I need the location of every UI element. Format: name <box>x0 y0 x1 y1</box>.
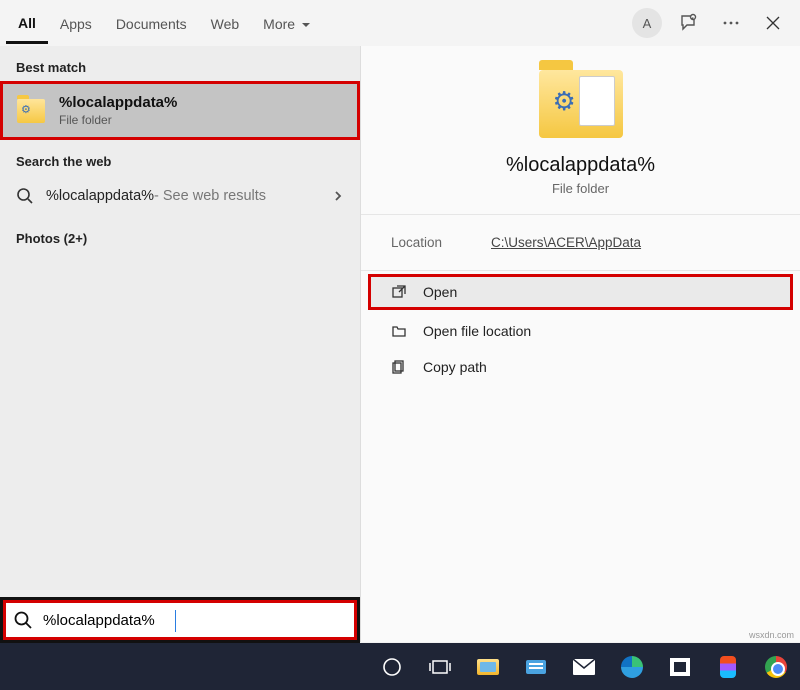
taskbar-store[interactable] <box>668 655 692 679</box>
taskbar-chrome[interactable] <box>764 655 788 679</box>
action-copy-path-label: Copy path <box>423 359 487 375</box>
search-tabs: All Apps Documents Web More A <box>0 0 800 46</box>
taskbar-app-1[interactable] <box>524 655 548 679</box>
taskbar-taskview[interactable] <box>428 655 452 679</box>
action-open-label: Open <box>423 284 457 300</box>
search-icon <box>16 187 34 205</box>
web-result-term: %localappdata% <box>46 188 154 204</box>
section-search-web: Search the web <box>0 140 360 175</box>
taskbar-figma[interactable] <box>716 655 740 679</box>
more-options-button[interactable] <box>710 2 752 44</box>
search-box[interactable] <box>0 597 360 643</box>
taskbar-edge[interactable] <box>620 655 644 679</box>
web-result-row[interactable]: %localappdata% - See web results <box>0 175 360 217</box>
location-label: Location <box>391 235 491 250</box>
open-icon <box>391 284 407 300</box>
tab-web[interactable]: Web <box>199 4 252 42</box>
taskbar-cortana[interactable] <box>380 655 404 679</box>
close-button[interactable] <box>752 2 794 44</box>
preview-title: %localappdata% <box>381 154 780 177</box>
best-match-title: %localappdata% <box>59 94 177 111</box>
preview-folder-icon: ⚙ <box>539 70 623 138</box>
web-result-suffix: - See web results <box>154 188 266 204</box>
search-input[interactable] <box>43 612 347 629</box>
ellipsis-icon <box>722 14 740 32</box>
text-caret <box>175 610 176 632</box>
section-best-match: Best match <box>0 46 360 81</box>
tab-apps[interactable]: Apps <box>48 4 104 42</box>
action-open-location-label: Open file location <box>423 323 531 339</box>
preview-subtitle: File folder <box>381 181 780 196</box>
folder-icon: ⚙ <box>17 99 45 123</box>
tab-more-label: More <box>263 16 295 32</box>
edge-icon <box>621 656 643 678</box>
copy-icon <box>391 359 407 375</box>
preview-panel: ⚙ %localappdata% File folder Location C:… <box>360 46 800 642</box>
tab-more[interactable]: More <box>251 4 323 42</box>
taskbar-mail[interactable] <box>572 655 596 679</box>
chevron-right-icon <box>332 190 344 202</box>
watermark: wsxdn.com <box>749 630 794 640</box>
mail-icon <box>573 659 595 675</box>
best-match-subtitle: File folder <box>59 113 177 127</box>
explorer-icon <box>477 659 499 675</box>
action-open-file-location[interactable]: Open file location <box>361 313 800 349</box>
avatar-initial: A <box>632 8 662 38</box>
app-icon <box>526 657 546 677</box>
account-avatar[interactable]: A <box>626 2 668 44</box>
tab-documents[interactable]: Documents <box>104 4 199 42</box>
close-icon <box>766 16 780 30</box>
location-value[interactable]: C:\Users\ACER\AppData <box>491 235 641 250</box>
cortana-icon <box>382 657 402 677</box>
feedback-button[interactable] <box>668 2 710 44</box>
search-icon <box>13 610 33 630</box>
location-row: Location C:\Users\ACER\AppData <box>361 215 800 271</box>
chevron-down-icon <box>301 20 311 30</box>
action-open[interactable]: Open <box>368 274 793 310</box>
taskbar <box>0 643 800 690</box>
taskbar-explorer[interactable] <box>476 655 500 679</box>
store-icon <box>670 658 690 676</box>
chrome-icon <box>765 656 787 678</box>
taskview-icon <box>429 658 451 676</box>
figma-icon <box>720 656 736 678</box>
feedback-icon <box>679 13 699 33</box>
results-panel: Best match ⚙ %localappdata% File folder … <box>0 46 360 642</box>
section-photos[interactable]: Photos (2+) <box>0 217 360 252</box>
action-copy-path[interactable]: Copy path <box>361 349 800 385</box>
tab-all[interactable]: All <box>6 3 48 44</box>
best-match-result[interactable]: ⚙ %localappdata% File folder <box>0 81 360 140</box>
folder-open-icon <box>391 323 407 339</box>
